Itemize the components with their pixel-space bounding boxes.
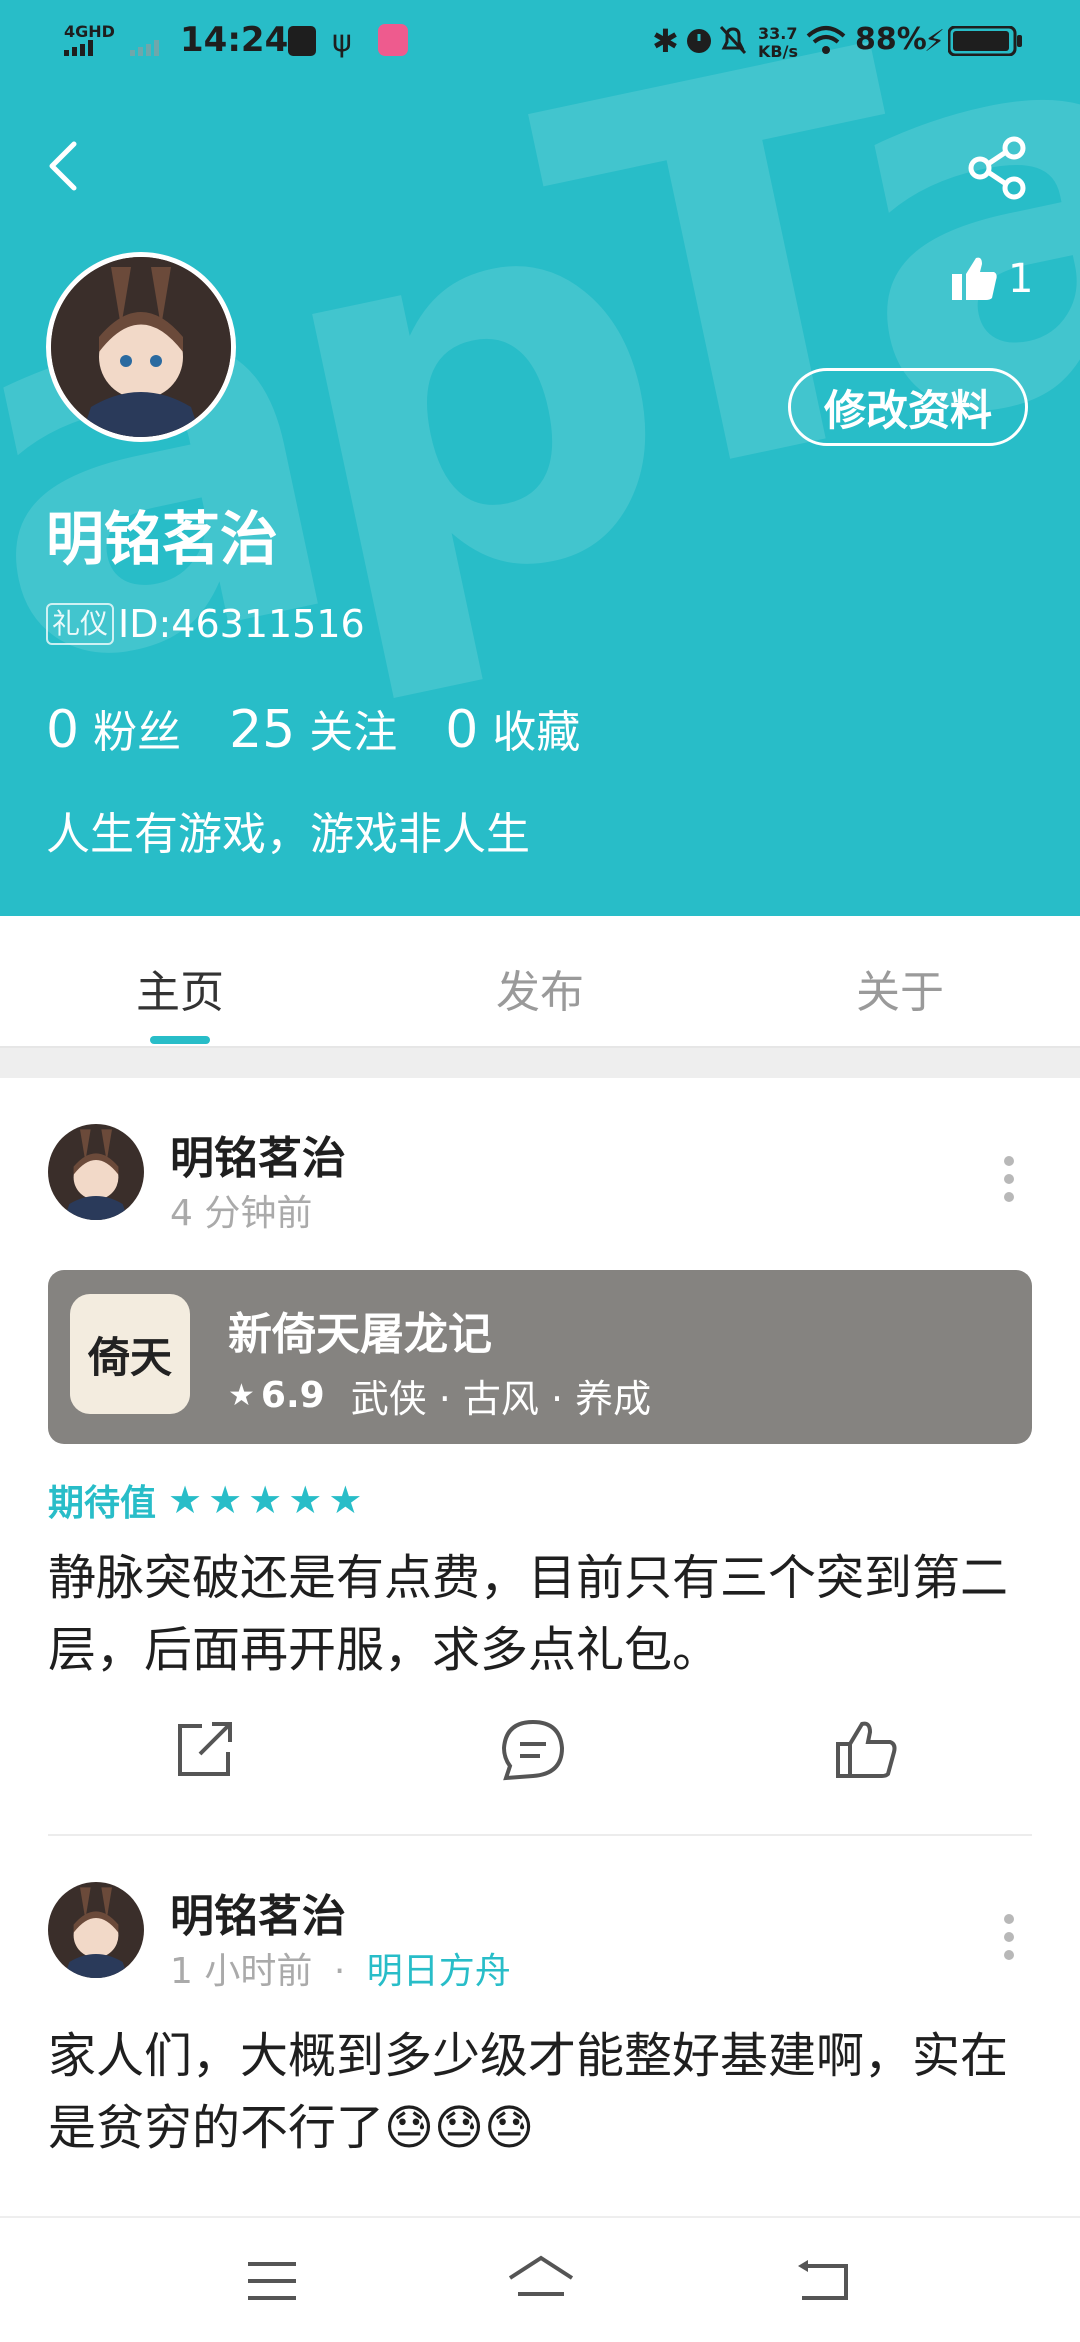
favorites-stat[interactable]: 0 收藏 (445, 696, 580, 760)
home-icon[interactable] (506, 2254, 576, 2308)
like-count: 1 (1008, 256, 1034, 302)
post-time: 4 分钟前 (170, 1193, 313, 1234)
followers-label: 粉丝 (93, 707, 182, 758)
back-icon[interactable] (40, 136, 90, 196)
favorites-label: 收藏 (492, 707, 581, 758)
post-author-name[interactable]: 明铭茗治 (170, 1880, 346, 1944)
edit-profile-button[interactable]: 修改资料 (788, 368, 1028, 446)
star-icon: ★ (168, 1478, 203, 1522)
profile-stats: 0 粉丝 25 关注 0 收藏 (46, 696, 580, 760)
comment-icon[interactable] (500, 1718, 566, 1786)
meta-separator: · (333, 1951, 346, 1992)
followers-stat[interactable]: 0 粉丝 (46, 696, 181, 760)
wifi-icon (806, 24, 846, 60)
net-speed-value: 33.7 (758, 24, 798, 43)
profile-header: ap Ta 4GHD 14:24 ψ ✱ 33.7 KB/s 88% ⚡ 1 修… (0, 0, 1080, 916)
charging-icon: ⚡ (924, 24, 946, 59)
favorites-count: 0 (445, 700, 479, 760)
net-speed-unit: KB/s (758, 42, 798, 61)
etiquette-badge[interactable]: 礼仪 (46, 603, 115, 645)
back-nav-icon[interactable] (796, 2258, 850, 2308)
game-icon: 倚天 (70, 1294, 190, 1414)
post-content[interactable]: 静脉突破还是有点费，目前只有三个突到第二层，后面再开服，求多点礼包。 (48, 1542, 1038, 1686)
tab-bar: 主页 发布 关于 (0, 916, 1080, 1048)
share-post-icon[interactable] (172, 1718, 236, 1786)
more-options-icon[interactable] (1004, 1156, 1014, 1210)
post-author-avatar[interactable] (48, 1882, 144, 1978)
post-card: 明铭茗治 4 分钟前 倚天 新倚天屠龙记 ★ 6.9 武侠 · 古风 · 养成 … (0, 1078, 1080, 1836)
network-type: 4GHD (64, 22, 115, 41)
rating-star-icon: ★ (228, 1378, 255, 1413)
followers-count: 0 (46, 700, 80, 760)
expect-label: 期待值 (48, 1483, 157, 1524)
app-notification-icon (288, 26, 316, 56)
usb-icon: ψ (332, 24, 352, 59)
section-gap (0, 1048, 1080, 1078)
battery-percent: 88% (855, 22, 927, 57)
post-game-tag[interactable]: 明日方舟 (367, 1951, 511, 1992)
signal-icon-2 (130, 40, 170, 60)
tab-home[interactable]: 主页 (80, 956, 280, 1020)
bio: 人生有游戏，游戏非人生 (46, 809, 530, 860)
tab-about[interactable]: 关于 (800, 956, 1000, 1020)
bluetooth-icon: ✱ (652, 22, 679, 60)
username: 明铭茗治 (46, 505, 279, 573)
star-icon: ★ (328, 1478, 363, 1522)
game-card[interactable]: 倚天 新倚天屠龙记 ★ 6.9 武侠 · 古风 · 养成 (48, 1270, 1032, 1444)
user-id: ID:46311516 (118, 602, 365, 646)
following-count: 25 (229, 700, 296, 760)
post-card-2: 明铭茗治 1 小时前 · 明日方舟 家人们，大概到多少级才能整好基建啊，实在是贫… (0, 1836, 1080, 2216)
share-icon[interactable] (966, 136, 1030, 200)
mute-icon (718, 24, 748, 60)
more-options-icon[interactable] (1004, 1914, 1014, 1968)
battery-icon (947, 25, 1024, 60)
signal-icon (64, 40, 108, 60)
avatar[interactable] (46, 252, 236, 442)
tab-posts[interactable]: 发布 (440, 956, 640, 1020)
expect-stars: ★ ★ ★ ★ ★ (168, 1478, 368, 1522)
game-title: 新倚天屠龙记 (228, 1309, 492, 1360)
post-author-avatar[interactable] (48, 1124, 144, 1220)
game-rating: 6.9 (260, 1375, 325, 1416)
post-time: 1 小时前 (170, 1951, 313, 1992)
game-tags: 武侠 · 古风 · 养成 (350, 1377, 652, 1421)
star-icon: ★ (208, 1478, 243, 1522)
system-nav-bar (0, 2216, 1080, 2342)
menu-icon[interactable] (246, 2260, 298, 2306)
star-icon: ★ (248, 1478, 283, 1522)
sweat-emoji: 😓😓😓 (384, 2100, 535, 2156)
following-stat[interactable]: 25 关注 (229, 696, 397, 760)
bilibili-icon (378, 24, 408, 56)
following-label: 关注 (309, 707, 398, 758)
tab-indicator (150, 1036, 210, 1044)
post-content[interactable]: 家人们，大概到多少级才能整好基建啊，实在是贫穷的不行了😓😓😓 (48, 2020, 1038, 2164)
star-icon: ★ (288, 1478, 323, 1522)
post-author-name[interactable]: 明铭茗治 (170, 1122, 346, 1186)
status-time: 14:24 (180, 20, 289, 60)
thumbs-up-icon[interactable] (834, 1718, 898, 1786)
alarm-icon (684, 24, 714, 60)
like-icon[interactable] (950, 254, 998, 306)
